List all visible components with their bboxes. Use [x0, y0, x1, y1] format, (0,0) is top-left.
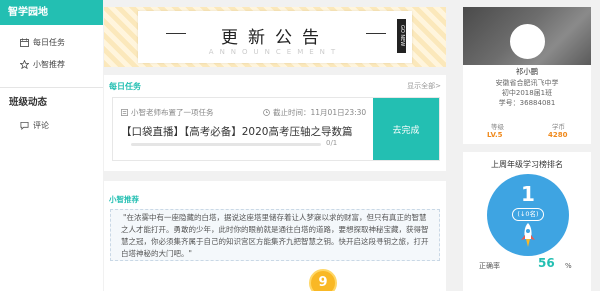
banner-subtitle: ANNOUNCEMENT	[208, 48, 342, 56]
announcement-banner[interactable]: 更新公告 ANNOUNCEMENT GO NEW	[104, 7, 446, 67]
comment-icon	[20, 121, 29, 130]
school-name: 安徽省合肥讯飞中学	[495, 79, 559, 87]
task-name[interactable]: 【口袋直播】【高考必备】2020高考压轴之导数篇	[121, 124, 352, 139]
avatar[interactable]	[510, 24, 545, 59]
star-icon	[20, 59, 29, 69]
sidebar: 智学园地 每日任务 小智推荐 班级动态 评论	[0, 0, 103, 291]
sidebar-item-label: 小智推荐	[33, 59, 65, 69]
sidebar-header[interactable]: 智学园地	[0, 0, 103, 25]
banner-tag: GO NEW	[397, 19, 406, 53]
daily-task-panel: 每日任务 显示全部> 小智老师布置了一项任务 截止时间：11月01日23:30 …	[104, 75, 446, 171]
rank-circle: 1 (↓0名)	[487, 174, 569, 256]
rank-change: (↓0名)	[512, 208, 544, 221]
recommend-text: "在浓雾中有一座隐藏的白塔，据说这座塔里储存着让人梦寐以求的财富，但只有真正的智…	[110, 209, 440, 261]
recommend-badge[interactable]: 9	[309, 269, 337, 291]
accuracy-unit: %	[565, 262, 572, 270]
banner-title: 更新公告	[221, 28, 329, 48]
ranking-card: 上周年级学习榜排名 1 (↓0名) 正确率 56 %	[463, 152, 591, 291]
sidebar-item-label: 每日任务	[33, 37, 65, 47]
sidebar-item-label: 评论	[33, 120, 49, 130]
task-progress-count: 0/1	[326, 139, 338, 147]
profile-card: 祁小鹏 安徽省合肥讯飞中学 初中2018届1班 学号：36884081 等级 L…	[463, 7, 591, 144]
task-meta: 小智老师布置了一项任务	[121, 107, 214, 118]
panel-title: 每日任务	[109, 82, 141, 91]
student-name: 祁小鹏	[515, 67, 539, 76]
task-deadline: 截止时间：11月01日23:30	[263, 107, 366, 118]
sidebar-item-daily-tasks[interactable]: 每日任务	[0, 33, 103, 51]
show-all-link[interactable]: 显示全部>	[407, 81, 441, 91]
accuracy-value: 56	[538, 256, 555, 270]
panel-title: 小智推荐	[109, 195, 139, 204]
ranking-title: 上周年级学习榜排名	[491, 160, 563, 169]
calendar-icon	[20, 38, 29, 47]
clock-icon	[263, 109, 270, 116]
coins-label: 学币	[552, 123, 565, 131]
accuracy-label: 正确率	[479, 262, 500, 270]
level-value: LV.5	[487, 131, 503, 139]
task-icon	[121, 109, 128, 116]
level-label: 等级	[491, 123, 504, 131]
task-assigner: 小智老师布置了一项任务	[131, 108, 214, 117]
coins-value: 4280	[548, 131, 568, 139]
rocket-icon	[519, 222, 537, 252]
class-name: 初中2018届1班	[501, 89, 553, 97]
banner-card: 更新公告 ANNOUNCEMENT GO NEW	[138, 11, 412, 63]
student-id: 学号：36884081	[498, 99, 556, 107]
rank-number: 1	[521, 182, 535, 206]
recommend-panel: 小智推荐 "在浓雾中有一座隐藏的白塔，据说这座塔里储存着让人梦寐以求的财富，但只…	[104, 181, 446, 291]
complete-task-button[interactable]: 去完成	[373, 98, 439, 160]
sidebar-item-comments[interactable]: 评论	[0, 116, 103, 134]
task-card[interactable]: 小智老师布置了一项任务 截止时间：11月01日23:30 【口袋直播】【高考必备…	[112, 97, 440, 161]
sidebar-section-title: 班级动态	[0, 87, 103, 112]
deadline-text: 截止时间：11月01日23:30	[273, 108, 367, 117]
task-progress-bar	[131, 143, 321, 146]
sidebar-item-recommend[interactable]: 小智推荐	[0, 55, 103, 73]
